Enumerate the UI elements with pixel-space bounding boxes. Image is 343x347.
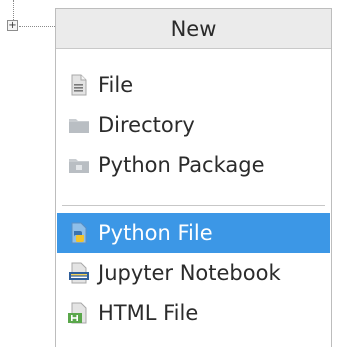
menu-item-label: File	[98, 73, 134, 97]
menu-title-label: New	[170, 16, 217, 41]
menu-item-label: Directory	[98, 113, 195, 137]
tree-connector-vertical	[13, 0, 14, 20]
menu-title: New	[56, 9, 331, 49]
menu-item-html-file[interactable]: HTML File	[57, 293, 330, 333]
menu-item-label: Python Package	[98, 153, 265, 177]
tree-connector-horizontal	[19, 26, 55, 27]
menu-item-label: HTML File	[98, 301, 199, 325]
html-file-icon	[68, 302, 90, 324]
project-tree-gutter: +	[0, 0, 55, 347]
menu-separator	[62, 205, 325, 206]
menu-item-python-package[interactable]: Python Package	[57, 145, 330, 185]
new-popup-menu: New File Directory Python Package Python…	[55, 8, 332, 347]
menu-item-python-file[interactable]: Python File	[57, 213, 330, 253]
tree-expand-icon[interactable]: +	[7, 20, 18, 31]
screen: + New File Directory Python Package Pyth…	[0, 0, 343, 347]
package-icon	[68, 154, 90, 176]
menu-item-label: Jupyter Notebook	[98, 261, 281, 285]
folder-icon	[68, 114, 90, 136]
menu-item-jupyter-notebook[interactable]: Jupyter Notebook	[57, 253, 330, 293]
menu-item-label: Python File	[98, 221, 213, 245]
jupyter-notebook-icon	[68, 262, 90, 284]
menu-item-directory[interactable]: Directory	[57, 105, 330, 145]
python-file-icon	[68, 222, 90, 244]
menu-item-file[interactable]: File	[57, 65, 330, 105]
file-icon	[68, 74, 90, 96]
